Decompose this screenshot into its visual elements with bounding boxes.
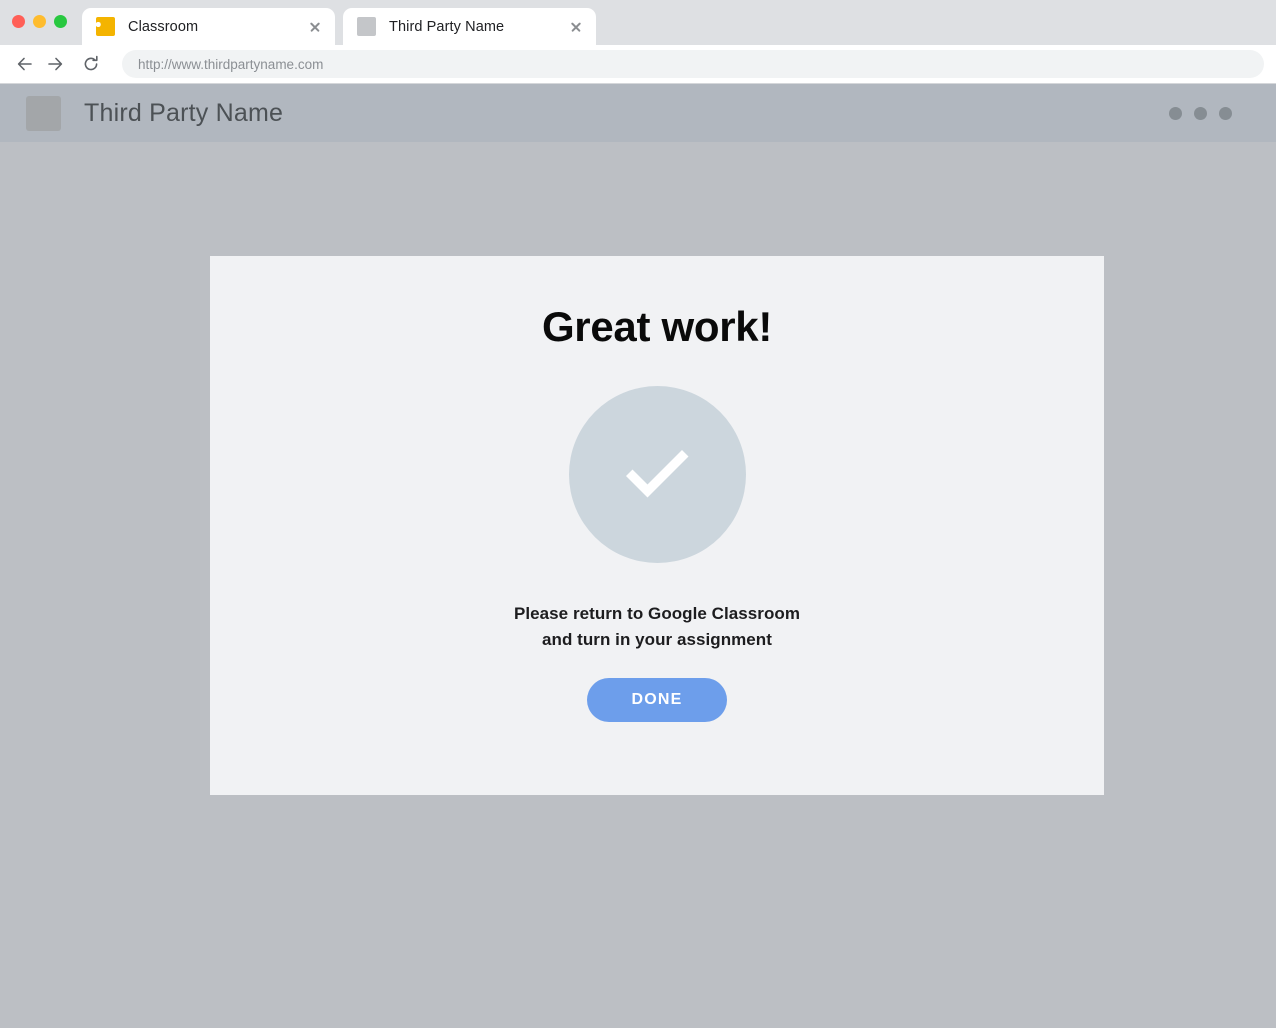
site-title: Third Party Name (84, 98, 284, 127)
browser-toolbar: http://www.thirdpartyname.com (0, 45, 1276, 84)
site-logo-placeholder (26, 95, 61, 131)
window-minimize-button[interactable] (33, 15, 46, 28)
arrow-right-icon[interactable] (40, 49, 70, 79)
card-message: Please return to Google Classroom and tu… (514, 601, 800, 654)
close-icon[interactable] (566, 17, 586, 37)
page-viewport: Third Party Name Great work! Please retu… (0, 84, 1276, 1028)
browser-tabs: Classroom Third Party Name (82, 8, 596, 45)
close-icon[interactable] (305, 17, 325, 37)
tab-classroom[interactable]: Classroom (82, 8, 335, 45)
google-classroom-icon (92, 11, 115, 36)
arrow-left-icon[interactable] (10, 49, 40, 79)
window-traffic-lights (12, 15, 67, 28)
dot-icon (1169, 106, 1182, 120)
reload-icon[interactable] (76, 49, 106, 79)
address-bar[interactable]: http://www.thirdpartyname.com (122, 50, 1264, 78)
tab-third-party-name[interactable]: Third Party Name (343, 8, 596, 45)
window-close-button[interactable] (12, 15, 25, 28)
placeholder-square-icon (357, 17, 376, 36)
card-message-line-2: and turn in your assignment (542, 630, 772, 650)
dot-icon (1219, 106, 1232, 120)
browser-chrome: Classroom Third Party Name http://www.th… (0, 0, 1276, 84)
window-maximize-button[interactable] (54, 15, 67, 28)
dot-icon (1194, 106, 1207, 120)
header-menu-dots[interactable] (1169, 106, 1232, 120)
page-title: Great work! (541, 303, 773, 350)
done-button[interactable]: DONE (587, 677, 727, 722)
checkmark-circle-icon (568, 386, 746, 563)
site-header: Third Party Name (0, 84, 1276, 142)
tab-classroom-label: Classroom (128, 18, 199, 35)
completion-card: Great work! Please return to Google Clas… (210, 256, 1104, 795)
card-message-line-1: Please return to Google Classroom (513, 604, 800, 623)
tab-third-party-name-label: Third Party Name (389, 18, 505, 35)
tab-strip: Classroom Third Party Name (0, 0, 1276, 45)
address-bar-value: http://www.thirdpartyname.com (138, 56, 324, 72)
